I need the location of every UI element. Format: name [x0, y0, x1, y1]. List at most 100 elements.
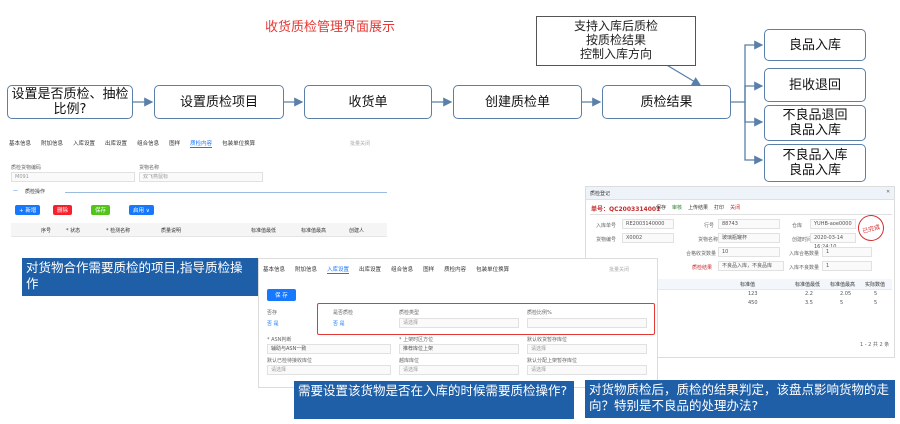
shot2-label: 质检比例% — [527, 310, 552, 316]
table-cell: 5 — [874, 300, 878, 306]
outcome-bad-return: 不良品退回 良品入库 — [764, 105, 866, 141]
shot1-code-input[interactable]: M091 — [11, 172, 135, 182]
shot2-tab[interactable]: 包装单位换算 — [476, 265, 509, 274]
approve-button[interactable]: 审核 — [672, 204, 682, 211]
shot2-alloc-select[interactable]: 请选择 — [527, 365, 647, 375]
shot2-tab[interactable]: 附加信息 — [295, 265, 317, 274]
table-cell: 2.05 — [840, 291, 852, 297]
table-cell: 450 — [748, 300, 758, 306]
callout-pointer — [664, 63, 702, 86]
table-cell: 123 — [748, 291, 758, 297]
shot3-value[interactable]: 10 — [718, 247, 780, 257]
arrow-out-1 — [731, 40, 764, 103]
shot3-label: 货物名称 — [698, 237, 719, 243]
shot2-qc-ratio-input[interactable] — [527, 318, 647, 328]
shot1-tab[interactable]: 基本信息 — [9, 139, 31, 148]
note-qc-items: 对货物合作需要质检的项目,指导质检操作 — [22, 258, 258, 296]
shot1-add-button[interactable]: + 新增 — [15, 205, 41, 215]
shot2-tab[interactable]: 质检内容 — [444, 265, 466, 274]
shot2-save-button[interactable]: 保 存 — [267, 289, 296, 301]
shot1-tab[interactable]: 图样 — [169, 139, 180, 148]
shot2-asn-select[interactable]: 辅助与ASN一致 — [267, 344, 391, 354]
shot2-crossdock-select[interactable]: 请选择 — [399, 365, 519, 375]
shot1-tab-active[interactable]: 质检内容 — [190, 139, 213, 148]
outcome-reject-return: 拒收退回 — [764, 68, 866, 102]
shot3-value[interactable]: 2020-03-14 16:24:10 — [810, 233, 856, 250]
shot3-col: 标准值 — [740, 282, 756, 288]
shot3-label: 仓库 — [792, 223, 803, 229]
callout-line-1: 支持入库后质检 — [573, 19, 658, 33]
table-cell: 5 — [840, 300, 844, 306]
shot1-tab[interactable]: 出库设置 — [105, 139, 127, 148]
shot2-tab[interactable]: 组合信息 — [391, 265, 413, 274]
screenshot-qc-items: 基本信息 附加信息 入库设置 出库设置 组合信息 图样 质检内容 包装单位换算 … — [4, 133, 388, 261]
shot1-close-link[interactable]: 批量关闭 — [350, 140, 370, 147]
note-qc-result: 对货物质检后，质检的结果判定，该盘点影响货物的走向？特别是不良品的处理办法? — [585, 380, 895, 418]
shot2-checked-select[interactable]: 请选择 — [267, 365, 391, 375]
flow-step-quality-setting: 设置是否质检、抽检比例? — [7, 85, 133, 119]
shot2-label: 越库库位 — [399, 358, 420, 364]
shot2-tab[interactable]: 基本信息 — [263, 265, 285, 274]
arrow-out-2 — [744, 81, 764, 102]
upload-button[interactable]: 上传结果 — [688, 204, 708, 211]
outcome-good-in: 良品入库 — [764, 29, 866, 61]
shot2-tab[interactable]: 图样 — [423, 265, 434, 274]
shot3-col: 标准值最高 — [830, 282, 856, 288]
shot1-name-input[interactable]: 双飞燕鼠标 — [139, 172, 263, 182]
shot3-pager[interactable]: 1 - 2 共 2 条 — [860, 341, 889, 348]
shot3-result-select[interactable]: 不良品入库，不良品库 — [718, 261, 784, 271]
shot2-tab-active[interactable]: 入库设置 — [327, 265, 350, 274]
shot2-staging-select[interactable]: 请选择 — [527, 344, 647, 354]
shot2-label: * ASN判断 — [267, 337, 292, 343]
shot2-putaway-select[interactable]: 推荐库位上架 — [399, 344, 519, 354]
arrow-out-3 — [744, 102, 764, 127]
table-cell: 3.5 — [805, 300, 813, 306]
shot3-col: 实际数值 — [865, 282, 886, 288]
shot3-value[interactable]: 玻璃瓶罐杯 — [718, 233, 780, 243]
shot3-toolbar: 保存 审核 上传结果 打印 关闭 — [656, 204, 740, 211]
callout-line-2: 按质检结果 — [585, 33, 646, 47]
shot3-value[interactable]: 88743 — [718, 219, 780, 229]
outcome-bad-in: 不良品入库 良品入库 — [764, 144, 866, 182]
flow-step-create-qc: 创建质检单 — [453, 85, 582, 119]
print-button[interactable]: 打印 — [714, 204, 724, 211]
shot2-toggle[interactable]: 否 是 — [267, 320, 279, 327]
shot2-label: 默认已检待接收库位 — [267, 358, 313, 364]
shot2-qc-type-select[interactable]: 请选择 — [399, 318, 519, 328]
shot3-value[interactable]: X0002 — [622, 233, 674, 243]
shot1-delete-button[interactable]: 删除 — [53, 205, 73, 215]
shot2-close-link[interactable]: 批量关闭 — [609, 266, 629, 273]
shot3-value[interactable]: 1 — [822, 247, 872, 257]
shot2-tabs: 基本信息 附加信息 入库设置 出库设置 组合信息 图样 质检内容 包装单位换算 — [263, 265, 509, 274]
shot3-label: 合格收货数量 — [686, 251, 717, 257]
shot3-label: 入库不良数量 — [789, 265, 820, 271]
close-button[interactable]: 关闭 — [730, 204, 740, 211]
shot1-tabs: 基本信息 附加信息 入库设置 出库设置 组合信息 图样 质检内容 包装单位换算 — [9, 139, 255, 148]
flow-step-receipt: 收货单 — [304, 85, 432, 119]
shot1-section-title: 质检操作 — [25, 189, 46, 195]
shot1-enable-button[interactable]: 启用 ∨ — [129, 205, 154, 215]
shot3-value[interactable]: 1 — [822, 261, 872, 271]
close-icon[interactable]: ✕ — [886, 189, 890, 195]
save-icon-button[interactable]: 保存 — [656, 204, 666, 211]
shot1-tab[interactable]: 组合信息 — [137, 139, 159, 148]
shot3-value[interactable]: YUHB-aoe0000 — [810, 219, 856, 229]
shot1-tab[interactable]: 附加信息 — [41, 139, 63, 148]
shot3-stamp: 已完成 — [855, 212, 887, 244]
shot1-tab[interactable]: 包装单位换算 — [222, 139, 255, 148]
shot3-label: 创建时间 — [792, 237, 813, 243]
shot2-tab[interactable]: 出库设置 — [359, 265, 381, 274]
shot3-label: 入库单号 — [596, 223, 617, 229]
shot1-col: 序号 — [41, 228, 52, 234]
shot1-col: * 检测名称 — [106, 228, 131, 234]
shot3-value[interactable]: RE2003140000 — [622, 219, 674, 229]
shot1-col: 标准值最低 — [251, 228, 277, 234]
callout-box: 支持入库后质检 按质检结果 控制入库方向 — [536, 16, 696, 66]
shot2-qc-toggle[interactable]: 否 是 — [333, 320, 345, 327]
shot3-window-title: 质检登记 — [590, 191, 611, 197]
shot1-tab[interactable]: 入库设置 — [73, 139, 95, 148]
shot1-save-button[interactable]: 保存 — [91, 205, 111, 215]
shot1-col: 质量说明 — [161, 228, 182, 234]
shot2-label: * 上架时区方位 — [399, 337, 434, 343]
shot1-table-header: 序号 * 状态 * 检测名称 质量说明 标准值最低 标准值最高 创建人 — [11, 223, 387, 237]
